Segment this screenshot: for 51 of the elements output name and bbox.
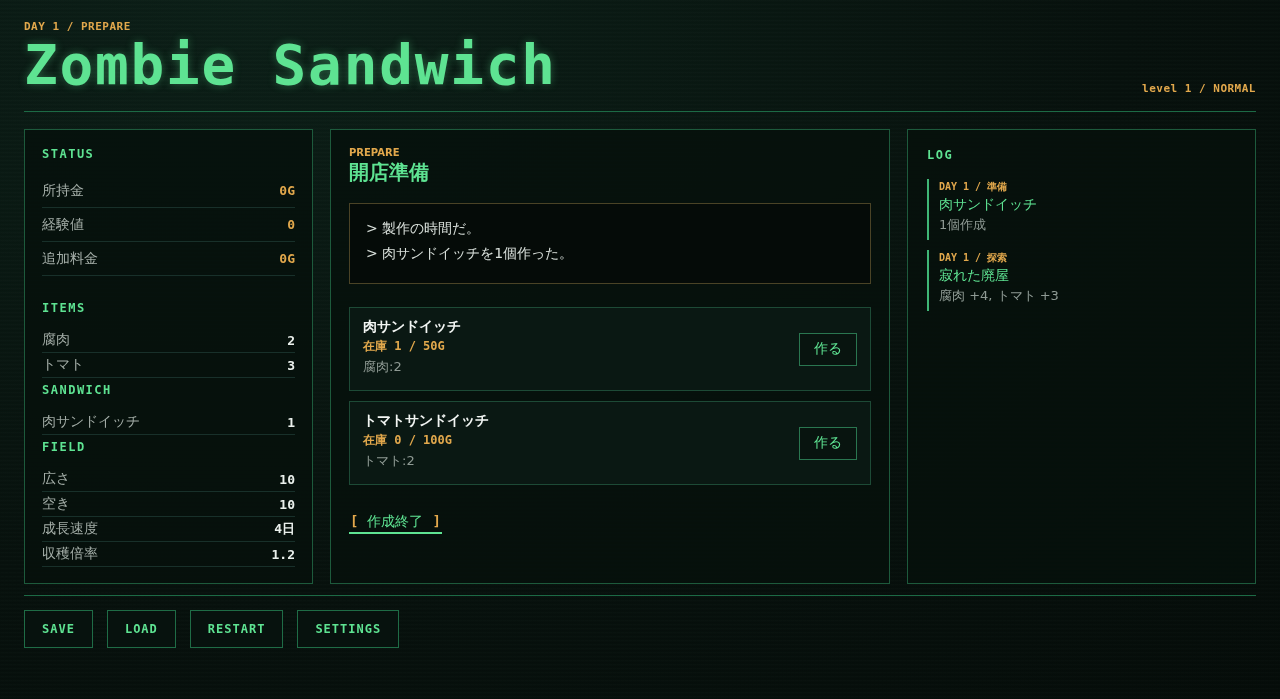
section-heading: STATUS [42,146,95,162]
section-heading: SANDWICH [42,382,112,398]
stat-value: 0 [287,217,295,232]
log-meta: DAY 1 / 探索 [939,251,1008,265]
menu-button[interactable]: SAVE [24,610,93,648]
make-button[interactable]: 作る [799,332,857,366]
recipe-name: 肉サンドイッチ [363,317,461,336]
phase-label: PREPARE [349,147,400,159]
section-heading: ITEMS [42,300,86,316]
stat-value: 1 [287,414,295,430]
stat-value: 10 [279,496,295,512]
section-heading: LOG [927,147,954,163]
message-line: > 肉サンドイッチを1個作った。 [366,244,574,263]
stat-value: 10 [279,471,295,487]
level-label: level 1 / NORMAL [1142,82,1256,96]
log-detail: 1個作成 [939,216,987,234]
recipe-stock: 在庫 0 / 100G [363,432,453,449]
stat-value: 0G [279,251,295,266]
stat-label: 追加料金 [42,249,98,268]
finish-button[interactable]: [ 作成終了 ] [349,512,442,534]
section-heading: FIELD [42,439,86,455]
panel-title: 開店準備 [349,159,429,185]
stat-label: 収穫倍率 [42,545,98,563]
log-title: 肉サンドイッチ [939,195,1037,214]
menu-button[interactable]: LOAD [106,610,176,648]
game-title: Zombie Sandwich [24,34,557,96]
stat-label: 成長速度 [42,520,98,538]
stat-label: 広さ [42,470,70,488]
stat-label: 所持金 [42,181,84,200]
stat-value: 1.2 [271,546,295,562]
stat-value: 3 [287,357,295,373]
recipe-stock: 在庫 1 / 50G [363,338,445,355]
recipe-ingredients: 腐肉:2 [363,358,402,376]
make-button[interactable]: 作る [799,426,857,460]
stat-value: 0G [279,183,295,198]
log-title: 寂れた廃屋 [939,266,1009,285]
recipe-name: トマトサンドイッチ [363,411,489,430]
stat-label: 経験値 [42,215,84,234]
stat-label: トマト [42,356,84,374]
menu-button[interactable]: RESTART [189,610,284,648]
stat-label: 肉サンドイッチ [42,413,140,431]
stat-value: 4日 [274,520,295,538]
log-detail: 腐肉 +4, トマト +3 [939,287,1059,305]
log-meta: DAY 1 / 準備 [939,180,1008,194]
stat-label: 腐肉 [42,331,70,349]
menu-button[interactable]: SETTINGS [297,610,400,648]
stat-label: 空き [42,495,70,513]
recipe-ingredients: トマト:2 [363,452,415,470]
message-line: > 製作の時間だ。 [366,219,481,238]
stat-value: 2 [287,332,295,348]
day-phase-label: DAY 1 / PREPARE [24,20,132,34]
